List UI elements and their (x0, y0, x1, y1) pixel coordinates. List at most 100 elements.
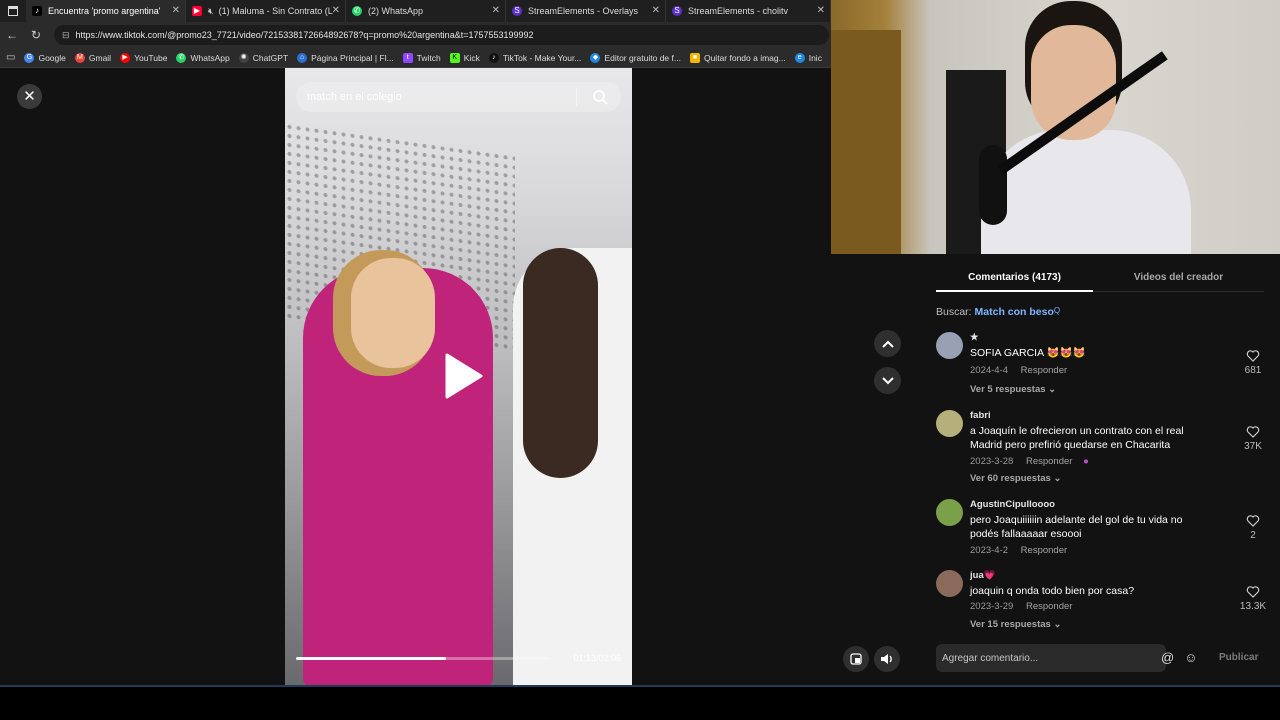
url-field[interactable]: ⊟ https://www.tiktok.com/@promo23_7721/v… (54, 25, 829, 45)
cast-icon[interactable]: ▭ (6, 52, 15, 63)
screen: ♪ Encuentra 'promo argentina' ✕ ▶ 🔇︎ (1)… (0, 0, 1280, 720)
comments-panel: Comentarios (4173) Videos del creador Bu… (914, 254, 1280, 685)
streamelements-icon: S (672, 6, 682, 16)
comment-username[interactable]: AgustinCipulloooo (970, 499, 1055, 510)
browser-tab[interactable]: S StreamElements - Overlays ✕ (506, 0, 666, 22)
comment-date: 2023-3-28 (970, 456, 1014, 467)
close-tab-icon[interactable]: ✕ (492, 5, 500, 16)
bookmark-quitar-fondo[interactable]: ■ Quitar fondo a imag... (689, 52, 786, 63)
tiktok-icon: ♪ (488, 52, 499, 63)
view-replies-button[interactable]: Ver 5 respuestas ⌄ (970, 384, 1056, 395)
bookmark-pagina-principal[interactable]: ⌂ Página Principal | Fl... (297, 52, 394, 63)
heart-icon[interactable] (1246, 425, 1260, 439)
chevron-down-icon (881, 376, 894, 384)
like-count: 2 (1250, 530, 1256, 541)
search-small-icon: Q (1053, 306, 1061, 315)
like-count: 37K (1244, 441, 1262, 452)
browser-tab[interactable]: ♪ Encuentra 'promo argentina' ✕ (26, 0, 186, 22)
close-tab-icon[interactable]: ✕ (652, 5, 660, 16)
remove-bg-icon: ■ (689, 52, 700, 63)
reply-button[interactable]: Responder (1021, 545, 1067, 556)
avatar[interactable] (936, 570, 963, 597)
close-tab-icon[interactable]: ✕ (332, 5, 340, 16)
avatar[interactable] (936, 332, 963, 359)
previous-video-button[interactable] (874, 330, 901, 357)
search-icon[interactable] (591, 88, 609, 106)
close-video-button[interactable]: ✕ (17, 84, 42, 109)
heart-icon[interactable] (1246, 349, 1260, 363)
video-search-text: match en el colegio (307, 91, 402, 103)
bookmark-label: YouTube (134, 52, 168, 63)
bookmark-editor[interactable]: ◆ Editor gratuito de f... (590, 52, 681, 63)
video-search-box[interactable]: match en el colegio (296, 82, 621, 112)
bookmark-inic[interactable]: e Inic (794, 52, 822, 63)
close-tab-icon[interactable]: ✕ (817, 5, 825, 16)
search-divider (576, 88, 577, 106)
youtube-icon: ▶ (192, 6, 202, 16)
mention-icon[interactable]: @ (1161, 650, 1174, 665)
reply-button[interactable]: Responder (1021, 365, 1067, 376)
site-info-icon[interactable]: ⊟ (62, 30, 70, 41)
volume-icon (881, 654, 892, 664)
comment-date: 2023-3-29 (970, 601, 1014, 612)
bookmark-gmail[interactable]: M Gmail (74, 52, 111, 63)
bookmark-twitch[interactable]: t Twitch (402, 52, 441, 63)
reply-button[interactable]: Responder (1026, 601, 1072, 612)
bookmark-whatsapp[interactable]: ✆ WhatsApp (176, 52, 230, 63)
comment-username[interactable]: jua💗 (970, 570, 996, 581)
microphone-icon (979, 145, 1007, 225)
comment-text: joaquin q onda todo bien por casa? (970, 585, 1135, 597)
bookmark-label: Editor gratuito de f... (604, 52, 681, 63)
bookmark-label: Google (38, 52, 66, 63)
view-replies-button[interactable]: Ver 15 respuestas ⌄ (970, 619, 1061, 630)
next-video-button[interactable] (874, 367, 901, 394)
reload-icon[interactable]: ↻ (24, 28, 48, 42)
view-replies-button[interactable]: Ver 60 respuestas ⌄ (970, 473, 1061, 484)
video-timecode: 01:13/02:06 (573, 653, 621, 663)
reply-button[interactable]: Responder (1026, 456, 1072, 467)
video-person-right-hair (523, 248, 598, 478)
play-icon[interactable] (443, 353, 483, 399)
like-count: 13.3K (1239, 601, 1267, 612)
volume-button[interactable] (874, 646, 900, 672)
search-term-link[interactable]: Match con beso (975, 306, 1054, 318)
publish-button[interactable]: Publicar (1219, 652, 1258, 663)
comment-username[interactable]: fabri (970, 410, 991, 421)
close-tab-icon[interactable]: ✕ (172, 5, 180, 16)
tab-menu-icon[interactable] (0, 0, 26, 22)
float-player-button[interactable] (843, 646, 869, 672)
comment-meta: 2024-4-4 Responder (970, 365, 1067, 376)
comment-item: AgustinCipulloooo pero Joaquiiiiiin adel… (936, 499, 1280, 559)
bookmark-tiktok[interactable]: ♪ TikTok - Make Your... (488, 52, 581, 63)
url-text: https://www.tiktok.com/@promo23_7721/vid… (75, 30, 534, 40)
bookmark-kick[interactable]: K Kick (449, 52, 480, 63)
comment-username[interactable]: ★ (970, 332, 979, 343)
home-icon: ⌂ (297, 52, 308, 63)
tab-comments[interactable]: Comentarios (4173) (936, 272, 1093, 283)
bookmark-label: ChatGPT (252, 52, 289, 63)
back-icon[interactable]: ← (0, 28, 24, 42)
bookmark-chatgpt[interactable]: ✺ ChatGPT (238, 52, 289, 63)
add-comment-input[interactable]: Agregar comentario... (936, 644, 1166, 672)
video-progress-bar[interactable] (296, 657, 551, 660)
comment-date: 2023-4-2 (970, 545, 1009, 556)
avatar[interactable] (936, 499, 963, 526)
bookmark-google[interactable]: G Google (24, 52, 66, 63)
browser-tab[interactable]: S StreamElements - cholitv ✕ (666, 0, 831, 22)
tiktok-video-page: ✕ match en el colegio 01:13/02:06 (0, 68, 914, 685)
tab-creator-videos[interactable]: Videos del creador (1093, 272, 1264, 283)
video-player[interactable]: match en el colegio 01:13/02:06 (285, 68, 632, 685)
avatar[interactable] (936, 410, 963, 437)
emoji-icon[interactable]: ☺ (1184, 650, 1197, 665)
bookmark-youtube[interactable]: ▶ YouTube (120, 52, 168, 63)
address-bar-row: ← ↻ ⊟ https://www.tiktok.com/@promo23_77… (0, 22, 831, 48)
like-count: 681 (1244, 365, 1262, 376)
mute-icon[interactable]: 🔇︎ (208, 6, 214, 17)
chatgpt-icon: ✺ (238, 52, 249, 63)
tab-label: StreamElements - Overlays (528, 6, 639, 16)
browser-tab[interactable]: ▶ 🔇︎ (1) Maluma - Sin Contrato (L ✕ (186, 0, 346, 22)
heart-icon[interactable] (1246, 514, 1260, 528)
browser-tab[interactable]: ✆ (2) WhatsApp ✕ (346, 0, 506, 22)
comment-meta: 2023-3-29 Responder (970, 601, 1072, 612)
heart-icon[interactable] (1246, 585, 1260, 599)
